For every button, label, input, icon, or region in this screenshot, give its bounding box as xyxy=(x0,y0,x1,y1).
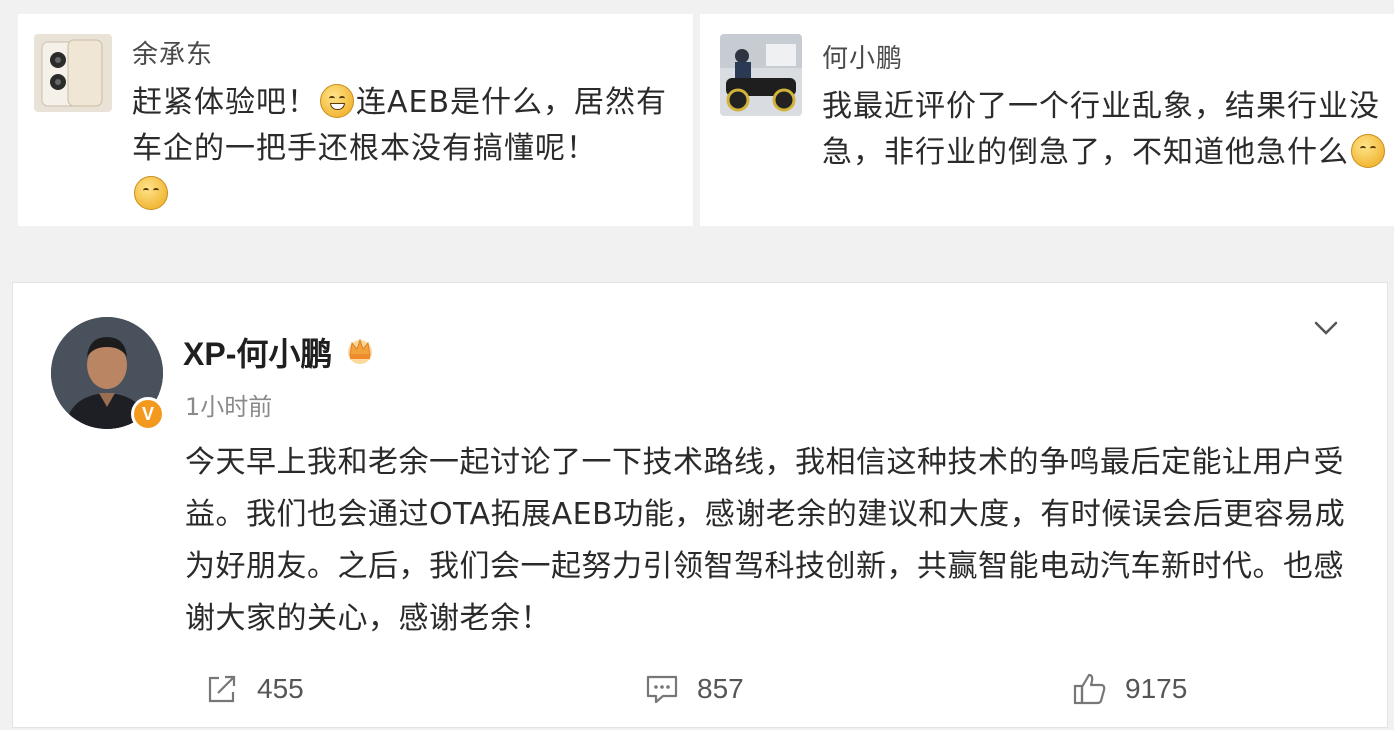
verified-badge-icon: V xyxy=(131,397,165,431)
avatar[interactable] xyxy=(720,34,802,116)
share-button[interactable]: 455 xyxy=(203,667,304,711)
comment-icon xyxy=(646,675,678,704)
post-timestamp: 1小时前 xyxy=(185,393,273,421)
avatar[interactable] xyxy=(34,34,112,112)
post-action-bar: 455 857 9175 xyxy=(13,661,1389,717)
person-on-vehicle-avatar-icon xyxy=(720,34,802,116)
smirk-emoji-icon xyxy=(134,176,168,210)
screenshot-collage: 余承东 赶紧体验吧！ 连AEB是什么，居然有车企的一把手还根本没有搞懂呢！ 何小鹏… xyxy=(0,0,1394,730)
comment-count: 857 xyxy=(697,673,744,704)
comment-text: 赶紧体验吧！ 连AEB是什么，居然有车企的一把手还根本没有搞懂呢！ xyxy=(132,80,672,218)
comment-card-he: 何小鹏 我最近评价了一个行业乱象，结果行业没急，非行业的倒急了，不知道他急什么 xyxy=(700,14,1394,226)
post-body: 今天早上我和老余一起讨论了一下技术路线，我相信这种技术的争鸣最后定能让用户受益。… xyxy=(185,445,1346,636)
grin-emoji-icon xyxy=(320,84,354,118)
like-count: 9175 xyxy=(1125,673,1188,704)
comment-author[interactable]: 何小鹏 xyxy=(822,38,903,75)
like-button[interactable]: 9175 xyxy=(1071,667,1187,711)
phone-product-avatar-icon xyxy=(34,34,112,112)
smirk-emoji-icon xyxy=(1351,134,1385,168)
share-count: 455 xyxy=(257,673,304,704)
comment-button[interactable]: 857 xyxy=(643,667,744,711)
comment-author[interactable]: 余承东 xyxy=(132,34,213,71)
comment-card-yu: 余承东 赶紧体验吧！ 连AEB是什么，居然有车企的一把手还根本没有搞懂呢！ xyxy=(18,14,694,226)
chevron-down-icon[interactable] xyxy=(1309,311,1343,345)
comment-text: 我最近评价了一个行业乱象，结果行业没急，非行业的倒急了，不知道他急什么 xyxy=(822,84,1392,176)
crown-badge-icon xyxy=(348,338,372,364)
share-icon xyxy=(208,675,236,703)
thumbs-up-icon xyxy=(1073,673,1106,705)
post-author[interactable]: XP-何小鹏 xyxy=(183,329,332,375)
weibo-post: V XP-何小鹏 1小时前 今天早上我和老余一起讨论了一下技术路线，我相信这种技… xyxy=(12,282,1388,728)
